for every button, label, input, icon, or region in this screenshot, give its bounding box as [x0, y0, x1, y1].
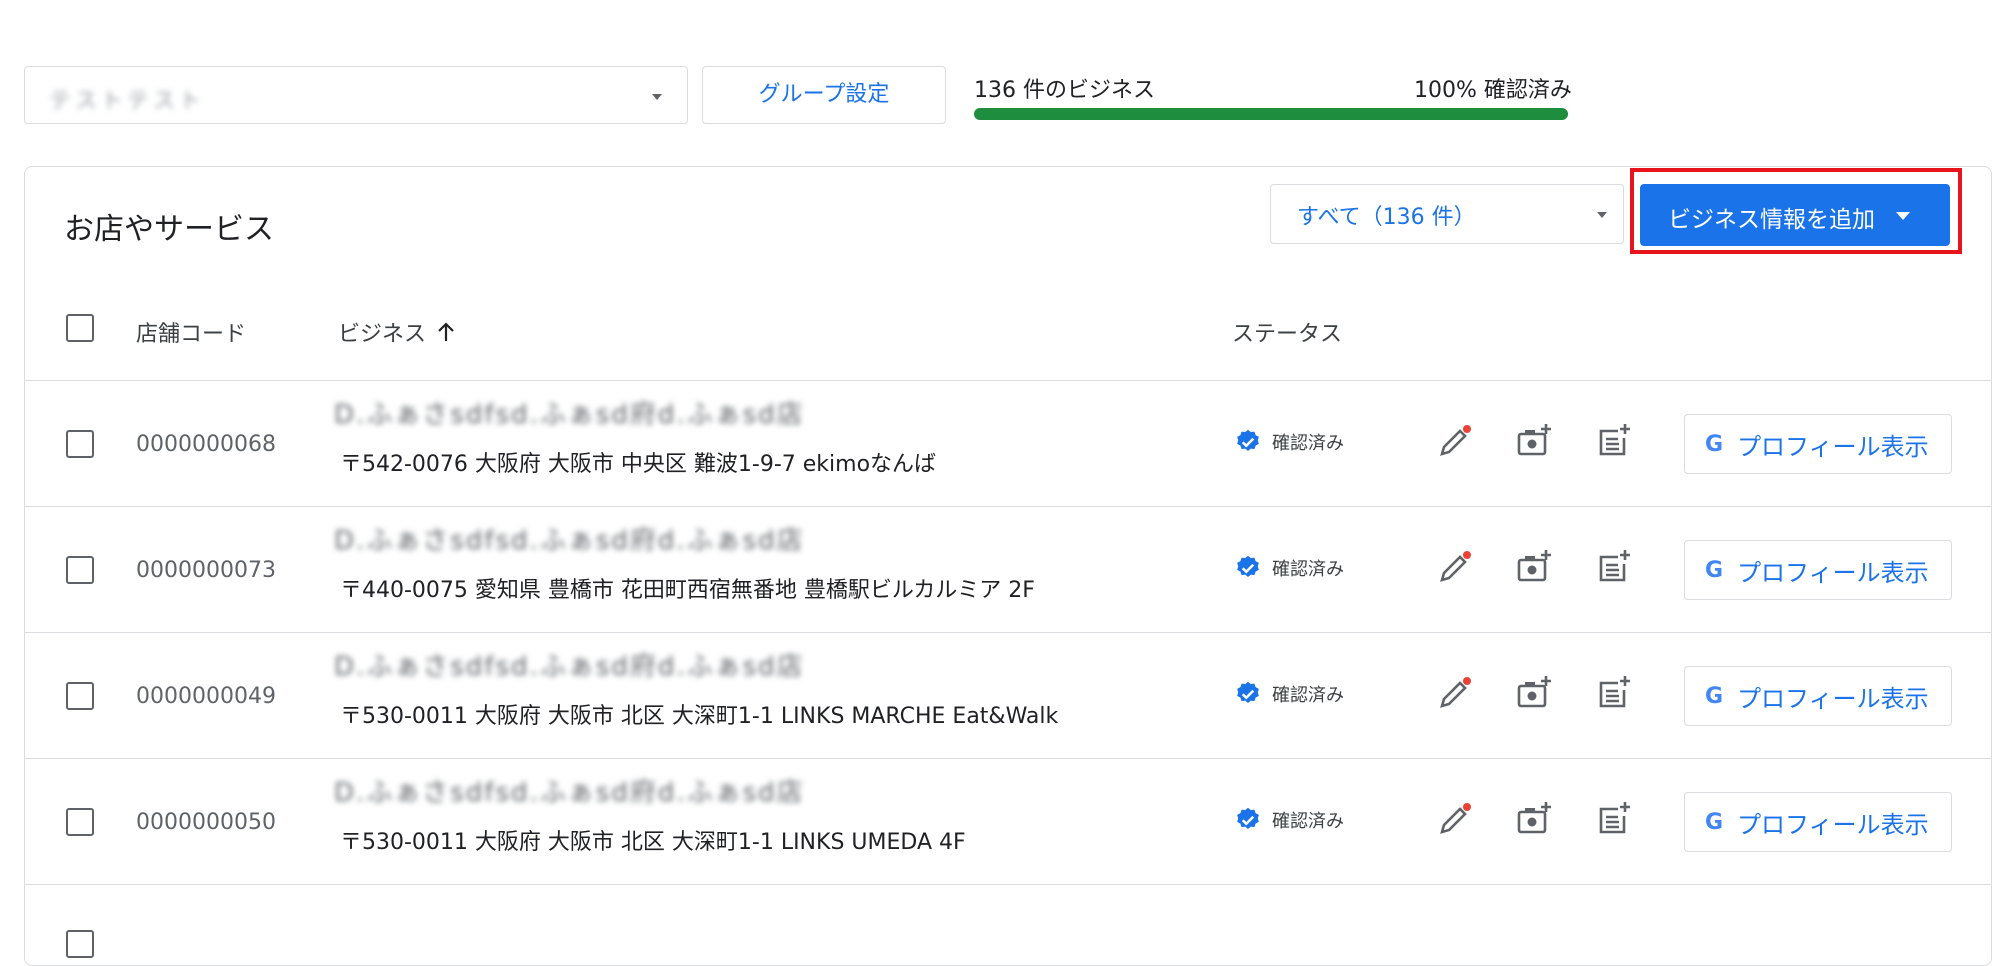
view-profile-button[interactable]: G プロフィール表示 [1684, 414, 1952, 474]
business-name[interactable]: D.ふぁさsdfsd.ふぁsd府d.ふぁsd店 [334, 772, 805, 809]
add-photo-icon[interactable] [1512, 672, 1556, 716]
store-code: 0000000073 [136, 558, 276, 583]
business-address: 〒530-0011 大阪府 大阪市 北区 大深町1-1 LINKS MARCHE… [340, 704, 1059, 729]
view-profile-label: プロフィール表示 [1737, 684, 1929, 713]
row-divider [24, 506, 1992, 507]
business-address: 〒542-0076 大阪府 大阪市 中央区 難波1-9-7 ekimoなんば [340, 452, 937, 477]
verified-badge-icon [1237, 429, 1259, 451]
add-post-icon[interactable] [1592, 546, 1636, 590]
dropdown-arrow-icon [1896, 212, 1910, 220]
edit-icon[interactable] [1432, 420, 1476, 464]
verified-badge-icon [1237, 807, 1259, 829]
chevron-down-icon [1597, 212, 1607, 218]
add-photo-icon[interactable] [1512, 546, 1556, 590]
view-profile-button[interactable]: G プロフィール表示 [1684, 792, 1952, 852]
store-code: 0000000068 [136, 432, 276, 457]
business-name[interactable]: D.ふぁさsdfsd.ふぁsd府d.ふぁsd店 [334, 520, 805, 557]
chevron-down-icon [652, 94, 662, 100]
view-profile-button[interactable]: G プロフィール表示 [1684, 540, 1952, 600]
header-store-code[interactable]: 店舗コード [136, 316, 246, 348]
business-address: 〒530-0011 大阪府 大阪市 北区 大深町1-1 LINKS UMEDA … [340, 830, 966, 855]
group-select-value: テストテスト [49, 89, 206, 114]
status-text: 確認済み [1272, 685, 1344, 706]
row-checkbox[interactable] [66, 808, 94, 836]
google-g-icon: G [1705, 809, 1724, 835]
status: 確認済み [1234, 806, 1344, 834]
filter-select-value: すべて（136 件） [1297, 205, 1476, 230]
row-checkbox[interactable] [66, 682, 94, 710]
header-business-label: ビジネス [338, 322, 427, 347]
add-business-button-label: ビジネス情報を追加 [1668, 207, 1875, 233]
business-name[interactable]: D.ふぁさsdfsd.ふぁsd府d.ふぁsd店 [334, 646, 805, 683]
header-divider [24, 380, 1992, 381]
view-profile-label: プロフィール表示 [1737, 432, 1929, 461]
google-g-icon: G [1705, 683, 1724, 709]
add-post-icon[interactable] [1592, 798, 1636, 842]
status: 確認済み [1234, 428, 1344, 456]
google-g-icon: G [1705, 557, 1724, 583]
verified-badge-icon [1237, 681, 1259, 703]
status: 確認済み [1234, 554, 1344, 582]
add-post-icon[interactable] [1592, 420, 1636, 464]
select-all-checkbox[interactable] [66, 314, 94, 342]
store-code: 0000000050 [136, 810, 276, 835]
view-profile-label: プロフィール表示 [1737, 558, 1929, 587]
row-divider [24, 884, 1992, 885]
add-post-icon[interactable] [1592, 672, 1636, 716]
row-divider [24, 632, 1992, 633]
header-business[interactable]: ビジネス [338, 316, 456, 348]
business-name[interactable]: D.ふぁさsdfsd.ふぁsd府d.ふぁsd店 [334, 394, 805, 431]
view-profile-label: プロフィール表示 [1737, 810, 1929, 839]
filter-select[interactable]: すべて（136 件） [1270, 184, 1624, 244]
edit-icon[interactable] [1432, 798, 1476, 842]
verified-percent: 100% 確認済み [1414, 78, 1572, 103]
header-status[interactable]: ステータス [1232, 316, 1342, 348]
google-g-icon: G [1705, 431, 1724, 457]
status-text: 確認済み [1272, 559, 1344, 580]
business-address: 〒440-0075 愛知県 豊橋市 花田町西宿無番地 豊橋駅ビルカルミア 2F [340, 578, 1035, 603]
view-profile-button[interactable]: G プロフィール表示 [1684, 666, 1952, 726]
status-text: 確認済み [1272, 433, 1344, 454]
business-count: 136 件のビジネス [974, 78, 1155, 103]
edit-icon[interactable] [1432, 546, 1476, 590]
group-select[interactable]: テストテスト [24, 66, 688, 124]
verified-badge-icon [1237, 555, 1259, 577]
row-checkbox[interactable] [66, 556, 94, 584]
row-checkbox[interactable] [66, 930, 94, 958]
group-settings-button[interactable]: グループ設定 [702, 66, 946, 124]
status-text: 確認済み [1272, 811, 1344, 832]
verification-progress-fill [974, 108, 1568, 120]
add-business-button[interactable]: ビジネス情報を追加 [1640, 184, 1950, 246]
edit-icon[interactable] [1432, 672, 1476, 716]
add-photo-icon[interactable] [1512, 798, 1556, 842]
add-photo-icon[interactable] [1512, 420, 1556, 464]
sort-ascending-icon [438, 322, 454, 341]
row-divider [24, 758, 1992, 759]
card-title: お店やサービス [64, 212, 274, 247]
store-code: 0000000049 [136, 684, 276, 709]
status: 確認済み [1234, 680, 1344, 708]
row-checkbox[interactable] [66, 430, 94, 458]
verification-progress-bar [974, 108, 1568, 120]
